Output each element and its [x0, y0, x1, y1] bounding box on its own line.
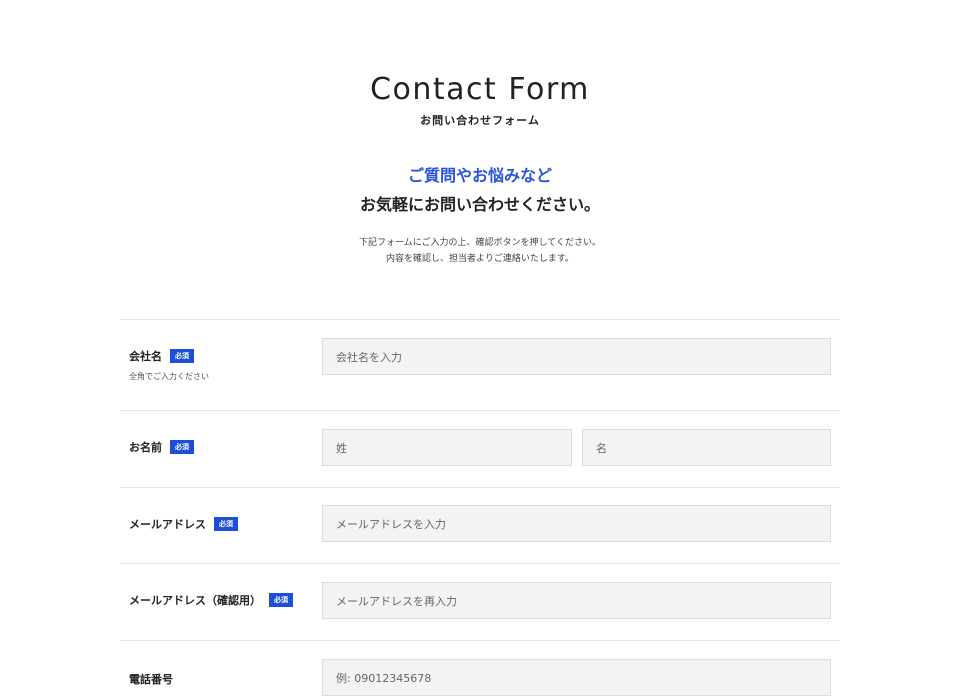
name-row: お名前 必須 姓 名 [120, 410, 840, 487]
name-label-group: お名前 必須 [129, 439, 194, 455]
phone-label-group: 電話番号 [129, 671, 173, 687]
email-confirm-placeholder: メールアドレスを再入力 [336, 594, 457, 608]
instruction-line-2: 内容を確認し、担当者よりご連絡いたします。 [386, 254, 574, 264]
last-name-input[interactable]: 姓 [322, 429, 572, 466]
email-label-group: メールアドレス 必須 [129, 516, 238, 532]
phone-input[interactable]: 例: 09012345678 [322, 659, 831, 696]
page-title: Contact Form [370, 72, 590, 107]
email-confirm-label: メールアドレス（確認用） [129, 594, 261, 607]
email-input[interactable]: メールアドレスを入力 [322, 505, 831, 542]
first-name-input[interactable]: 名 [582, 429, 831, 466]
contact-form: 会社名 必須 全角でご入力ください 会社名を入力 お名前 必須 姓 名 メールア… [120, 319, 840, 700]
instruction-line-1: 下記フォームにご入力の上、確認ボタンを押してください。 [358, 238, 601, 248]
company-label-group: 会社名 必須 [129, 348, 194, 364]
email-confirm-label-group: メールアドレス（確認用） 必須 [129, 592, 293, 608]
company-placeholder: 会社名を入力 [336, 350, 402, 364]
page-subtitle: お問い合わせフォーム [420, 114, 540, 127]
company-label: 会社名 [129, 350, 162, 363]
email-placeholder: メールアドレスを入力 [336, 517, 446, 531]
phone-label: 電話番号 [129, 673, 173, 686]
first-name-placeholder: 名 [596, 441, 607, 455]
lead-accent-text: ご質問やお悩みなど [407, 166, 552, 185]
phone-row: 電話番号 例: 09012345678 [120, 640, 840, 700]
company-hint: 全角でご入力ください [129, 372, 209, 381]
required-badge: 必須 [269, 593, 293, 607]
required-badge: 必須 [170, 349, 194, 363]
lead-main-text: お気軽にお問い合わせください。 [359, 195, 600, 214]
last-name-placeholder: 姓 [336, 441, 347, 455]
email-row: メールアドレス 必須 メールアドレスを入力 [120, 487, 840, 563]
name-label: お名前 [129, 441, 162, 454]
company-row: 会社名 必須 全角でご入力ください 会社名を入力 [120, 319, 840, 410]
required-badge: 必須 [170, 440, 194, 454]
email-confirm-row: メールアドレス（確認用） 必須 メールアドレスを再入力 [120, 563, 840, 640]
required-badge: 必須 [214, 517, 238, 531]
company-input[interactable]: 会社名を入力 [322, 338, 831, 375]
contact-page: Contact Form お問い合わせフォーム ご質問やお悩みなど お気軽にお問… [0, 0, 960, 696]
email-confirm-input[interactable]: メールアドレスを再入力 [322, 582, 831, 619]
phone-placeholder: 例: 09012345678 [336, 671, 432, 685]
email-label: メールアドレス [129, 518, 206, 531]
